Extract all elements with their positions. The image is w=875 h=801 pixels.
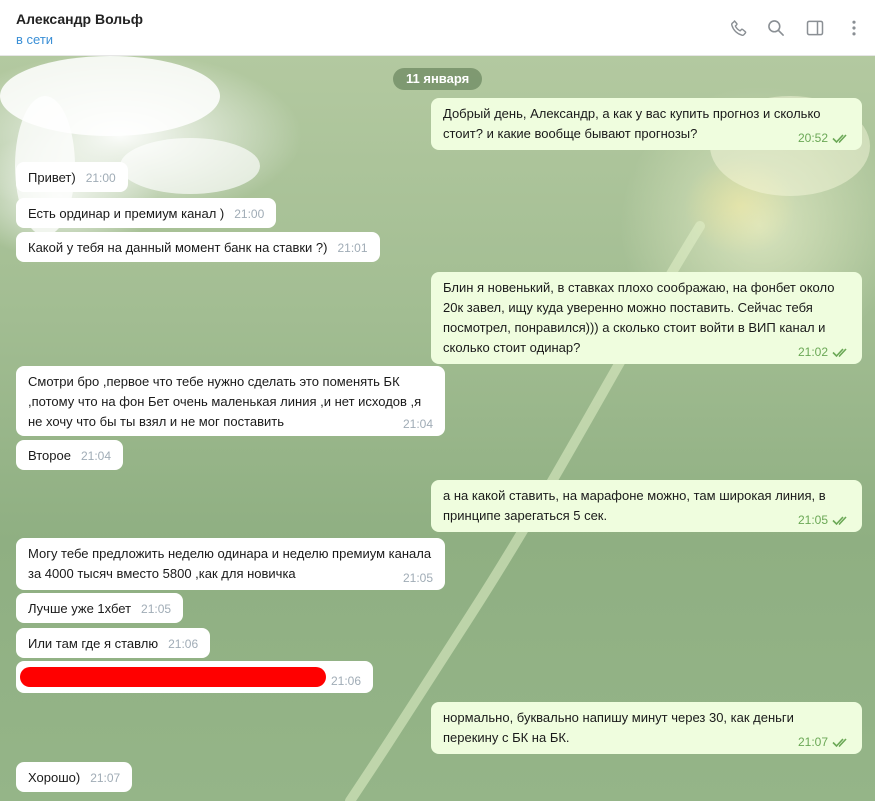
- message-incoming[interactable]: Лучше уже 1хбет 21:05: [16, 593, 184, 623]
- contact-name[interactable]: Александр Вольф: [16, 11, 143, 27]
- double-check-icon: [832, 516, 847, 526]
- message-time: 21:05: [797, 513, 828, 527]
- message-time: 21:07: [797, 735, 828, 749]
- message-time: 21:00: [234, 207, 265, 221]
- contact-status: в сети: [16, 32, 54, 47]
- chat-area[interactable]: 11 января Добрый день, Александр, а как …: [0, 56, 875, 801]
- message-outgoing[interactable]: нормально, буквально напишу минут через …: [431, 702, 862, 754]
- chat-header: Александр Вольф в сети: [0, 0, 875, 56]
- message-time: 20:52: [797, 131, 828, 145]
- more-icon[interactable]: [842, 16, 866, 40]
- message-time: 21:05: [141, 602, 172, 616]
- message-text: Лучше уже 1хбет: [28, 601, 132, 616]
- message-time: 21:04: [80, 449, 111, 463]
- message-time: 21:01: [337, 241, 368, 255]
- message-time: 21:02: [797, 345, 828, 359]
- message-text: Какой у тебя на данный момент банк на ст…: [28, 240, 328, 255]
- message-incoming-redacted[interactable]: 21:06: [16, 661, 373, 693]
- message-outgoing[interactable]: а на какой ставить, на марафоне можно, т…: [431, 480, 862, 532]
- message-incoming[interactable]: Второе 21:04: [16, 440, 123, 470]
- message-incoming[interactable]: Есть ординар и премиум канал ) 21:00: [16, 198, 277, 228]
- message-time: 21:00: [85, 171, 116, 185]
- message-text: Хорошо): [28, 770, 81, 785]
- message-time: 21:06: [330, 674, 361, 688]
- double-check-icon: [832, 134, 847, 144]
- message-time: 21:04: [402, 417, 433, 431]
- search-icon[interactable]: [764, 16, 788, 40]
- redaction-mark: [20, 667, 326, 687]
- message-time: 21:06: [168, 637, 199, 651]
- message-time: 21:05: [402, 571, 433, 585]
- message-text: Есть ординар и премиум канал ): [28, 206, 225, 221]
- message-text: Смотри бро ,первое что тебе нужно сделат…: [28, 374, 422, 429]
- phone-icon[interactable]: [727, 16, 751, 40]
- date-separator: 11 января: [393, 68, 483, 90]
- message-text: Или там где я ставлю: [28, 636, 159, 651]
- message-incoming[interactable]: Привет) 21:00: [16, 162, 128, 192]
- message-incoming[interactable]: Хорошо) 21:07: [16, 762, 133, 792]
- message-incoming[interactable]: Могу тебе предложить неделю одинара и не…: [16, 538, 445, 590]
- message-incoming[interactable]: Или там где я ставлю 21:06: [16, 628, 211, 658]
- double-check-icon: [832, 348, 847, 358]
- message-text: а на какой ставить, на марафоне можно, т…: [443, 488, 826, 523]
- sidebar-icon[interactable]: [803, 16, 827, 40]
- message-text: Могу тебе предложить неделю одинара и не…: [28, 546, 432, 581]
- double-check-icon: [832, 738, 847, 748]
- message-text: Добрый день, Александр, а как у вас купи…: [443, 106, 821, 141]
- message-incoming[interactable]: Какой у тебя на данный момент банк на ст…: [16, 232, 380, 262]
- message-text: Второе: [28, 448, 71, 463]
- message-outgoing[interactable]: Блин я новенький, в ставках плохо сообра…: [431, 272, 862, 364]
- message-time: 21:07: [90, 771, 121, 785]
- message-text: Привет): [28, 170, 76, 185]
- message-incoming[interactable]: Смотри бро ,первое что тебе нужно сделат…: [16, 366, 445, 436]
- message-outgoing[interactable]: Добрый день, Александр, а как у вас купи…: [431, 98, 862, 150]
- message-text: Блин я новенький, в ставках плохо сообра…: [443, 280, 835, 355]
- message-text: нормально, буквально напишу минут через …: [443, 710, 794, 745]
